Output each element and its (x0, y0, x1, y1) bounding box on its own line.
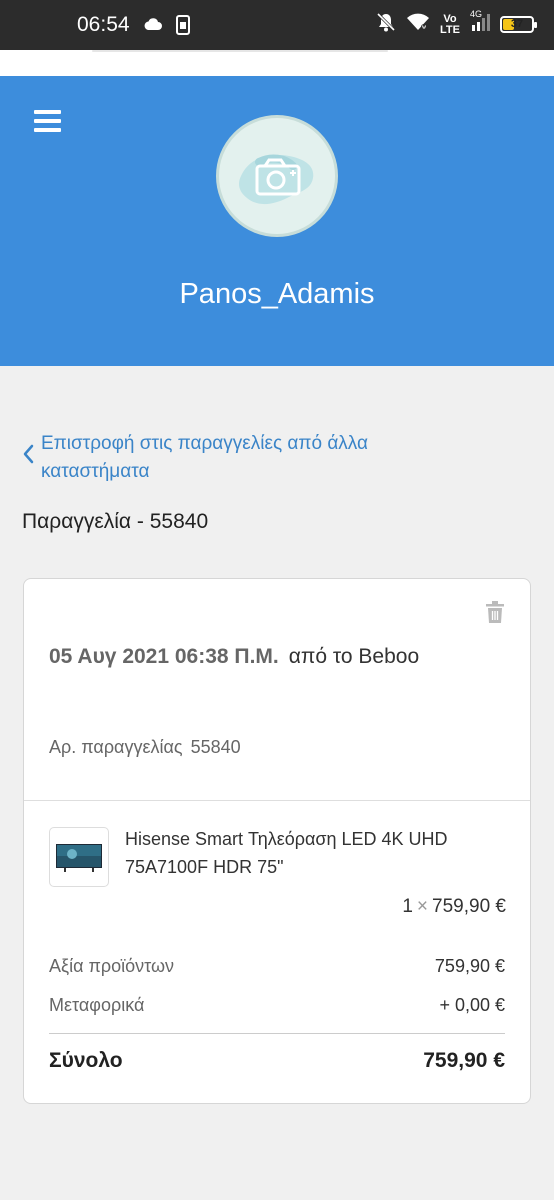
total-value: 759,90 € (423, 1049, 505, 1072)
order-datetime: 05 Αυγ 2021 06:38 Π.Μ. από το Beboo (49, 645, 419, 669)
battery-level: 37 (510, 18, 524, 30)
volte-line1: Vo (443, 12, 457, 25)
sim-icon (176, 15, 190, 40)
unit-price: 759,90 € (432, 896, 506, 917)
network-type: 4G (470, 9, 483, 19)
order-card: 05 Αυγ 2021 06:38 Π.Μ. από το Beboo Αρ. π… (23, 578, 531, 1104)
shipping-row: Μεταφορικά + 0,00 € (49, 995, 505, 1016)
camera-icon (239, 154, 314, 205)
total-label: Σύνολο (49, 1049, 123, 1072)
volte-indicator: Vo LTE (440, 12, 460, 36)
order-date: 05 Αυγ 2021 06:38 Π.Μ. (49, 645, 279, 668)
order-number: Αρ. παραγγελίας 55840 (49, 737, 241, 758)
mute-icon (376, 12, 396, 37)
menu-icon[interactable] (34, 110, 61, 132)
page-title: Παραγγελία - 55840 (22, 510, 209, 533)
volte-line2: LTE (440, 23, 460, 36)
status-bar: 06:54 Vo LTE 4G 37 (0, 0, 554, 50)
divider (49, 1033, 505, 1034)
avatar[interactable] (216, 115, 338, 237)
total-row: Σύνολο 759,90 € (49, 1049, 505, 1073)
wifi-icon (406, 13, 430, 36)
status-time: 06:54 (77, 13, 130, 36)
battery-icon: 37 (500, 16, 537, 33)
back-link-label: Επιστροφή στις παραγγελίες από άλλα κατα… (41, 433, 368, 482)
signal-icon: 4G (470, 9, 490, 36)
drag-handle (92, 50, 388, 52)
shipping-value: + 0,00 € (439, 995, 505, 1015)
products-value-label: Αξία προϊόντων (49, 956, 175, 976)
cloud-icon (143, 17, 163, 36)
username: Panos_Adamis (179, 278, 375, 310)
order-store: από το Beboo (288, 645, 420, 668)
product-thumbnail[interactable] (49, 827, 109, 887)
times-sign: × (416, 896, 429, 917)
order-number-value: 55840 (190, 737, 241, 757)
quantity: 1 (402, 896, 413, 917)
products-value-row: Αξία προϊόντων 759,90 € (49, 956, 505, 977)
order-number-label: Αρ. παραγγελίας (49, 737, 183, 757)
top-strip (0, 50, 554, 76)
shipping-label: Μεταφορικά (49, 995, 145, 1015)
product-quantity-price: 1 × 759,90 € (402, 896, 506, 918)
products-value: 759,90 € (434, 956, 505, 976)
divider (24, 800, 530, 801)
trash-icon[interactable] (486, 601, 504, 628)
product-name[interactable]: Hisense Smart Τηλεόραση LED 4K UHD 75A71… (125, 825, 515, 881)
chevron-left-icon (22, 444, 34, 469)
